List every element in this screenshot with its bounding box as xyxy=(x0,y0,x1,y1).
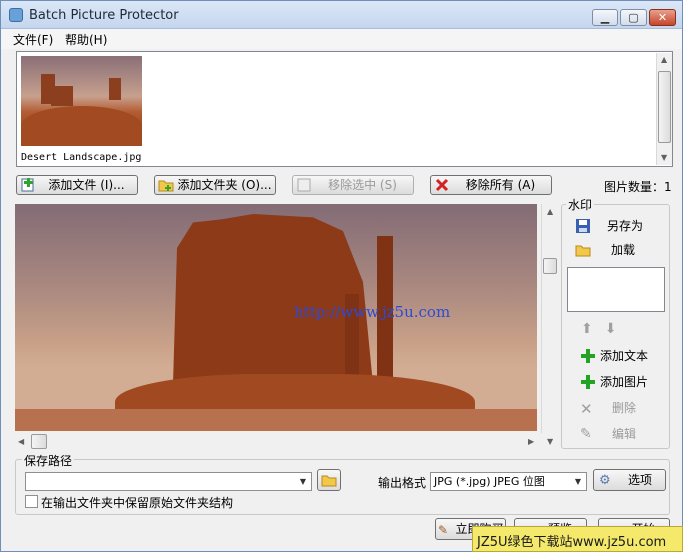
floppy-icon xyxy=(576,218,590,233)
app-window: Batch Picture Protector ▁ ▢ ✕ 文件(F) 帮助(H… xyxy=(0,0,683,552)
preview-scroll-left-icon[interactable]: ◀ xyxy=(18,437,24,447)
image-count-value: 1 xyxy=(664,180,672,194)
minimize-button[interactable]: ▁ xyxy=(592,9,618,26)
move-down-icon[interactable]: ⬇ xyxy=(605,321,617,337)
add-file-button[interactable]: 添加文件 (I)... xyxy=(16,175,138,195)
folder-open-icon xyxy=(575,245,591,256)
window-title: Batch Picture Protector xyxy=(29,8,179,23)
site-banner-text: JZ5U绿色下载站www.jz5u.com xyxy=(477,535,667,550)
add-image-label: 添加图片 xyxy=(600,375,649,389)
scroll-thumb[interactable] xyxy=(658,71,671,143)
add-folder-label: 添加文件夹 (O)... xyxy=(177,178,272,192)
delete-button[interactable]: ✕ 删除 xyxy=(580,399,637,418)
image-count-label: 图片数量： xyxy=(604,180,665,194)
plus-icon xyxy=(581,348,595,363)
thumbnail-filename: Desert Landscape.jpg xyxy=(21,152,142,163)
watermark-list[interactable] xyxy=(567,267,665,312)
close-icon: ✕ xyxy=(657,11,668,24)
add-folder-icon xyxy=(158,180,174,192)
image-list[interactable]: Desert Landscape.jpg ▲ ▼ xyxy=(16,51,673,167)
preview-scroll-up-icon[interactable]: ▲ xyxy=(547,207,553,217)
watermark-group-title: 水印 xyxy=(566,196,595,213)
minimize-icon: ▁ xyxy=(600,11,610,24)
preview-scroll-right-icon[interactable]: ▶ xyxy=(528,437,534,447)
options-label: 选项 xyxy=(627,473,652,487)
add-text-label: 添加文本 xyxy=(600,349,649,363)
chevron-down-icon[interactable]: ▼ xyxy=(570,473,586,490)
output-format-label: 输出格式 xyxy=(378,476,427,490)
menu-file[interactable]: 文件(F) xyxy=(13,31,53,48)
preview-vscroll-thumb[interactable] xyxy=(543,258,557,274)
site-banner: JZ5U绿色下载站www.jz5u.com xyxy=(472,526,683,552)
browse-folder-button[interactable] xyxy=(317,469,341,491)
maximize-icon: ▢ xyxy=(628,11,639,24)
title-bar[interactable]: Batch Picture Protector ▁ ▢ ✕ xyxy=(1,1,682,29)
move-up-icon[interactable]: ⬆ xyxy=(581,321,593,337)
output-format-select[interactable]: JPG (*.jpg) JPEG 位图 ▼ xyxy=(430,472,587,491)
move-buttons: ⬆ ⬇ xyxy=(581,321,616,337)
remove-selected-label: 移除选中 (S) xyxy=(328,178,397,192)
add-folder-button[interactable]: 添加文件夹 (O)... xyxy=(154,175,276,195)
options-button[interactable]: ⚙ 选项 xyxy=(593,469,666,491)
delete-label: 删除 xyxy=(612,401,637,415)
preview-scroll-down-icon[interactable]: ▼ xyxy=(547,437,553,447)
keep-structure-checkbox[interactable] xyxy=(25,495,38,508)
folder-open-icon xyxy=(321,475,337,487)
load-button[interactable]: 加载 xyxy=(575,241,635,258)
edit-icon: ✎ xyxy=(580,425,592,442)
close-button[interactable]: ✕ xyxy=(649,9,676,26)
output-format-value: JPG (*.jpg) JPEG 位图 xyxy=(434,475,545,488)
maximize-button[interactable]: ▢ xyxy=(620,9,647,26)
plus-icon xyxy=(581,374,595,389)
remove-selected-button[interactable]: 移除选中 (S) xyxy=(292,175,414,195)
keep-structure-label: 在输出文件夹中保留原始文件夹结构 xyxy=(41,496,234,510)
edit-button[interactable]: ✎ 编辑 xyxy=(580,425,636,442)
add-text-button[interactable]: 添加文本 xyxy=(580,347,648,364)
add-file-icon xyxy=(21,178,34,192)
image-preview[interactable] xyxy=(15,204,537,431)
save-as-button[interactable]: 另存为 xyxy=(575,217,643,234)
scroll-down-icon[interactable]: ▼ xyxy=(661,153,667,163)
remove-all-label: 移除所有 (A) xyxy=(465,178,536,192)
pencil-icon: ✎ xyxy=(438,523,449,537)
chevron-down-icon[interactable]: ▼ xyxy=(295,473,311,490)
scroll-up-icon[interactable]: ▲ xyxy=(661,55,667,65)
load-label: 加载 xyxy=(611,243,636,257)
menu-bar: 文件(F) 帮助(H) xyxy=(1,29,682,49)
save-as-label: 另存为 xyxy=(607,219,644,233)
save-path-title: 保存路径 xyxy=(22,452,75,469)
save-path-combo[interactable]: ▼ xyxy=(25,472,312,491)
app-icon xyxy=(9,8,23,22)
edit-label: 编辑 xyxy=(612,427,637,441)
menu-help[interactable]: 帮助(H) xyxy=(65,31,107,48)
remove-selected-icon xyxy=(297,178,311,192)
thumbnail-image[interactable] xyxy=(21,56,142,146)
remove-all-button[interactable]: 移除所有 (A) xyxy=(430,175,552,195)
preview-hscrollbar[interactable]: ◀ ▶ xyxy=(15,433,543,451)
image-count: 图片数量：1 xyxy=(604,178,672,195)
add-image-button[interactable]: 添加图片 xyxy=(580,373,648,390)
preview-hscroll-thumb[interactable] xyxy=(31,434,47,449)
red-x-icon xyxy=(435,178,449,192)
preview-vscrollbar[interactable]: ▲ ▼ xyxy=(541,204,558,449)
watermark-text-overlay[interactable]: http://www.jz5u.com xyxy=(294,303,450,321)
thumb-scrollbar[interactable]: ▲ ▼ xyxy=(656,53,672,165)
add-file-label: 添加文件 (I)... xyxy=(48,178,125,192)
delete-x-icon: ✕ xyxy=(580,399,593,418)
gear-icon: ⚙ xyxy=(599,473,611,488)
